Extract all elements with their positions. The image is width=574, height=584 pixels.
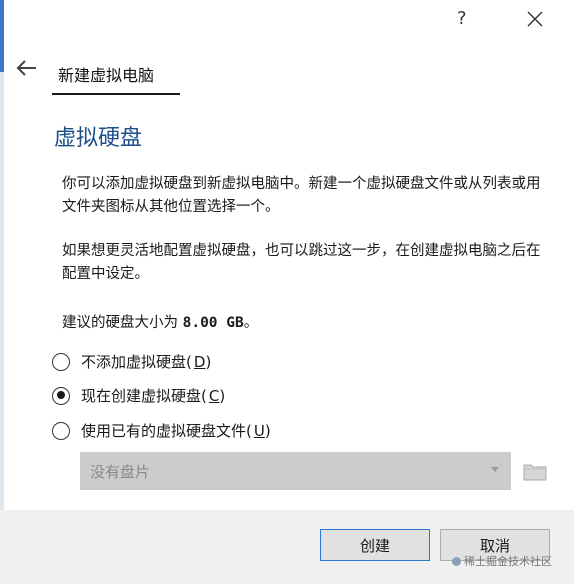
- radio-label: 不添加虚拟硬盘(D): [81, 353, 212, 371]
- left-edge-strip: [0, 0, 4, 584]
- close-icon[interactable]: [524, 8, 546, 30]
- recommended-size-line: 建议的硬盘大小为 8.00 GB。: [62, 311, 258, 332]
- wizard-title-underline: [52, 93, 180, 95]
- recommended-size-value: 8.00 GB: [182, 315, 244, 331]
- radio-label: 现在创建虚拟硬盘(C): [81, 387, 226, 405]
- watermark-text: 稀土掘金技术社区: [464, 555, 552, 568]
- radio-label: 使用已有的虚拟硬盘文件(U): [81, 422, 271, 440]
- watermark: 稀土掘金技术社区: [452, 553, 552, 569]
- left-edge-accent: [0, 0, 4, 72]
- recommended-size-prefix: 建议的硬盘大小为: [62, 315, 178, 331]
- wizard-title: 新建虚拟电脑: [58, 66, 155, 85]
- existing-disk-select-value: 没有盘片: [90, 463, 151, 481]
- description-paragraph-2: 如果想更灵活地配置虚拟硬盘，也可以跳过这一步，在创建虚拟电脑之后在配置中设定。: [62, 243, 541, 282]
- chevron-down-icon: [491, 467, 499, 472]
- create-button[interactable]: 创建: [320, 529, 430, 561]
- radio-circle[interactable]: [52, 421, 70, 440]
- back-arrow-icon[interactable]: [14, 57, 40, 79]
- radio-create-disk[interactable]: 现在创建虚拟硬盘(C): [52, 385, 225, 406]
- radio-circle[interactable]: [52, 386, 70, 405]
- folder-icon[interactable]: [520, 456, 550, 486]
- description-paragraph-1: 你可以添加虚拟硬盘到新虚拟电脑中。新建一个虚拟硬盘文件或从列表或用文件夹图标从其…: [62, 176, 541, 215]
- radio-use-existing-disk[interactable]: 使用已有的虚拟硬盘文件(U): [52, 420, 271, 441]
- existing-disk-select[interactable]: 没有盘片: [80, 452, 511, 490]
- radio-circle[interactable]: [52, 352, 70, 371]
- section-heading: 虚拟硬盘: [54, 126, 143, 151]
- help-button[interactable]: ?: [457, 8, 467, 29]
- recommended-size-suffix: 。: [243, 315, 259, 331]
- watermark-icon: [452, 556, 461, 566]
- radio-no-disk[interactable]: 不添加虚拟硬盘(D): [52, 351, 211, 372]
